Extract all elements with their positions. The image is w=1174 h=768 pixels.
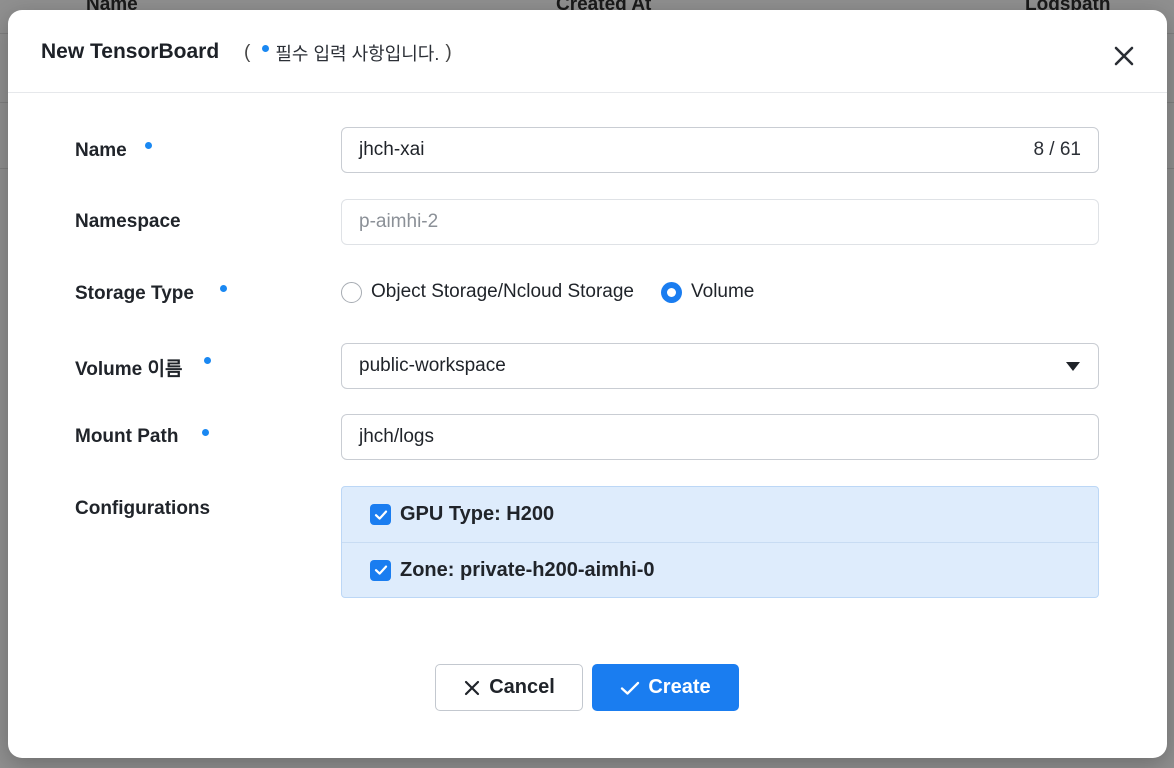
- configurations-list: GPU Type: H200 Zone: private-h200-aimhi-…: [341, 486, 1099, 598]
- storage-type-radio-group: Object Storage/Ncloud Storage Volume: [341, 281, 781, 303]
- name-label: Name: [75, 140, 127, 161]
- check-icon: [374, 565, 387, 575]
- check-icon: [374, 510, 387, 520]
- radio-volume[interactable]: Volume: [661, 281, 754, 303]
- mount-path-input[interactable]: jhch/logs: [341, 414, 1099, 460]
- close-icon: [1114, 46, 1134, 66]
- required-dot-icon: [220, 285, 227, 292]
- required-dot-icon: [202, 429, 209, 436]
- name-char-counter: 8 / 61: [1033, 139, 1081, 160]
- namespace-input[interactable]: p-aimhi-2: [341, 199, 1099, 245]
- new-tensorboard-dialog: New TensorBoard ( 필수 입력 사항입니다. ) Name jh…: [8, 10, 1167, 758]
- radio-volume-label: Volume: [691, 281, 755, 302]
- required-dot-icon: [145, 142, 152, 149]
- radio-checked-icon: [661, 281, 682, 303]
- volume-select[interactable]: public-workspace: [341, 343, 1099, 389]
- config-item-label: GPU Type: H200: [400, 503, 555, 525]
- dialog-title: New TensorBoard: [41, 40, 220, 63]
- volume-select-value: public-workspace: [359, 355, 506, 376]
- close-icon: [463, 679, 481, 697]
- checkbox-checked-icon: [370, 559, 391, 581]
- mount-path-label: Mount Path: [75, 426, 179, 447]
- radio-unchecked-icon: [341, 281, 362, 303]
- radio-object-storage-label: Object Storage/Ncloud Storage: [371, 281, 634, 302]
- checkbox-checked-icon: [370, 504, 391, 525]
- storage-type-label: Storage Type: [75, 283, 194, 304]
- required-dot-icon: [204, 357, 211, 364]
- cancel-button-label: Cancel: [489, 676, 555, 698]
- paren-open: (: [244, 42, 251, 63]
- required-note-text: 필수 입력 사항입니다.: [275, 44, 440, 64]
- config-item-label: Zone: private-h200-aimhi-0: [400, 558, 655, 581]
- create-button-label: Create: [648, 676, 711, 698]
- cancel-button[interactable]: Cancel: [435, 664, 583, 711]
- close-button[interactable]: [1108, 40, 1140, 72]
- paren-close: ): [445, 42, 452, 63]
- configurations-label: Configurations: [75, 498, 211, 519]
- namespace-input-placeholder: p-aimhi-2: [359, 211, 439, 232]
- caret-down-icon: [1066, 362, 1080, 371]
- name-input-value: jhch-xai: [359, 139, 425, 160]
- dialog-header: New TensorBoard ( 필수 입력 사항입니다. ): [8, 10, 1167, 93]
- config-item-gpu-type[interactable]: GPU Type: H200: [342, 487, 1098, 542]
- create-button[interactable]: Create: [592, 664, 739, 711]
- required-note: ( 필수 입력 사항입니다. ): [244, 40, 452, 66]
- check-icon: [620, 679, 640, 697]
- radio-object-storage[interactable]: Object Storage/Ncloud Storage: [341, 281, 634, 303]
- name-input[interactable]: jhch-xai 8 / 61: [341, 127, 1099, 173]
- volume-name-label: Volume 이름: [75, 359, 183, 380]
- config-item-zone[interactable]: Zone: private-h200-aimhi-0: [342, 542, 1098, 597]
- namespace-label: Namespace: [75, 211, 181, 232]
- required-dot-icon: [262, 44, 270, 52]
- mount-path-input-value: jhch/logs: [359, 426, 434, 447]
